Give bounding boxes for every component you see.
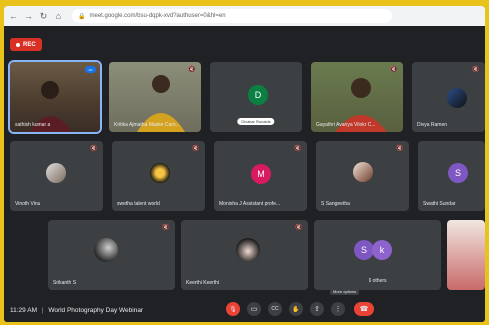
camera-button[interactable]: ▭ xyxy=(247,302,261,316)
participant-tile[interactable]: M 🔇 Monisha J Assistant profe... xyxy=(214,141,307,211)
participant-tile[interactable]: 🔇 Srikanth S xyxy=(48,220,175,290)
meeting-toolbar: 11:29 AM | World Photography Day Webinar… xyxy=(4,288,485,322)
participant-name: Kritika Ajmatha Maske Caro... xyxy=(114,122,180,128)
reload-icon[interactable]: ↻ xyxy=(38,11,49,22)
participant-tile[interactable]: 🔇 Vinoth Vinu xyxy=(10,141,103,211)
participant-avatar: D xyxy=(248,85,268,105)
participant-name: Divya Ramen xyxy=(417,122,448,128)
mic-off-icon: 🎙 xyxy=(229,306,237,313)
mic-off-button[interactable]: 🎙 xyxy=(226,302,240,316)
present-icon: ⇪ xyxy=(314,306,320,313)
captions-button[interactable]: CC xyxy=(268,302,282,316)
end-call-icon: ☎ xyxy=(359,306,369,313)
participant-name: Srikanth S xyxy=(53,280,77,286)
participant-tile[interactable]: 🔇 swetha talent world xyxy=(112,141,205,211)
address-bar[interactable]: 🔒 meet.google.com/bsu-dqpk-xvd?authuser=… xyxy=(72,9,392,23)
mic-muted-icon: 🔇 xyxy=(188,67,196,73)
participant-name: Gayathri Avanya Vilokr C... xyxy=(316,122,376,128)
participant-tile[interactable]: 🔇 Gayathri Avanya Vilokr C... xyxy=(311,62,403,132)
hand-icon: ✋ xyxy=(292,306,300,313)
mic-muted-icon: 🔇 xyxy=(472,67,480,73)
participant-name: Vinoth Vinu xyxy=(15,201,41,207)
more-options-tooltip: More options xyxy=(330,288,360,295)
participant-photo xyxy=(94,238,118,262)
participant-avatar: S xyxy=(354,240,374,260)
participant-video xyxy=(447,220,485,290)
more-options-button[interactable]: ⋮ xyxy=(331,302,345,316)
captions-icon: CC xyxy=(271,306,279,312)
forward-icon[interactable]: → xyxy=(23,11,34,21)
participant-tile[interactable]: 🔇 S Sangeetha xyxy=(316,141,409,211)
raise-hand-button[interactable]: ✋ xyxy=(289,302,303,316)
participant-name: Keerthi Keerthi xyxy=(186,280,220,286)
camera-icon: ▭ xyxy=(250,306,258,313)
present-button[interactable]: ⇪ xyxy=(310,302,324,316)
clock-time: 11:29 AM xyxy=(10,307,37,314)
participant-avatar: S xyxy=(448,163,468,183)
mic-muted-icon: 🔇 xyxy=(295,225,303,231)
participant-tile[interactable]: 🔇 Divya Ramen xyxy=(412,62,485,132)
meeting-title: World Photography Day Webinar xyxy=(48,307,144,314)
participant-tile-others[interactable]: S k 6 others xyxy=(314,220,441,290)
participant-name: sathish kumar a xyxy=(15,122,51,128)
recording-label: REC xyxy=(23,41,36,48)
participant-tile[interactable]: 🔇 Keerthi Keerthi xyxy=(181,220,308,290)
participant-photo xyxy=(236,238,260,262)
mic-muted-icon: 🔇 xyxy=(390,67,398,73)
recording-badge: REC xyxy=(10,38,42,51)
mic-muted-icon: 🔇 xyxy=(90,146,98,152)
lock-icon: 🔒 xyxy=(78,13,86,20)
record-dot-icon xyxy=(16,42,20,47)
home-icon[interactable]: ⌂ xyxy=(53,11,64,21)
participant-photo xyxy=(447,88,467,108)
back-icon[interactable]: ← xyxy=(8,11,19,21)
participant-name-pill: Divakar Ronalds xyxy=(237,118,275,125)
end-call-button[interactable]: ☎ xyxy=(354,302,374,316)
browser-toolbar: ← → ↻ ⌂ 🔒 meet.google.com/bsu-dqpk-xvd?a… xyxy=(4,6,485,26)
participant-tile[interactable]: D Divakar Ronalds xyxy=(210,62,302,132)
meet-window: ← → ↻ ⌂ 🔒 meet.google.com/bsu-dqpk-xvd?a… xyxy=(4,6,485,322)
participant-tile[interactable]: 🔇 Kritika Ajmatha Maske Caro... xyxy=(109,62,201,132)
url-text: meet.google.com/bsu-dqpk-xvd?authuser=0&… xyxy=(89,13,226,19)
participant-photo xyxy=(353,162,373,182)
others-count-label: 6 others xyxy=(368,278,387,284)
participant-name: Monisha J Assistant profe... xyxy=(219,201,281,207)
more-vert-icon: ⋮ xyxy=(334,306,342,313)
participant-photo xyxy=(150,163,170,183)
mic-muted-icon: 🔇 xyxy=(162,225,170,231)
mic-muted-icon: 🔇 xyxy=(192,146,200,152)
participant-name: S Sangeetha xyxy=(321,201,350,207)
participant-tile[interactable]: ••• sathish kumar a xyxy=(8,60,102,134)
participant-avatar: M xyxy=(251,164,271,184)
participant-tile[interactable] xyxy=(447,220,485,290)
separator: | xyxy=(41,307,44,314)
speaking-indicator-icon: ••• xyxy=(85,66,96,73)
participant-tile[interactable]: S Swathi Sundar xyxy=(418,141,485,211)
participant-name: Swathi Sundar xyxy=(423,201,456,207)
meeting-info: 11:29 AM | World Photography Day Webinar xyxy=(10,307,143,314)
mic-muted-icon: 🔇 xyxy=(396,146,404,152)
mic-muted-icon: 🔇 xyxy=(294,146,302,152)
participant-avatar: k xyxy=(372,240,392,260)
participant-name: swetha talent world xyxy=(117,201,160,207)
participant-photo xyxy=(46,163,66,183)
